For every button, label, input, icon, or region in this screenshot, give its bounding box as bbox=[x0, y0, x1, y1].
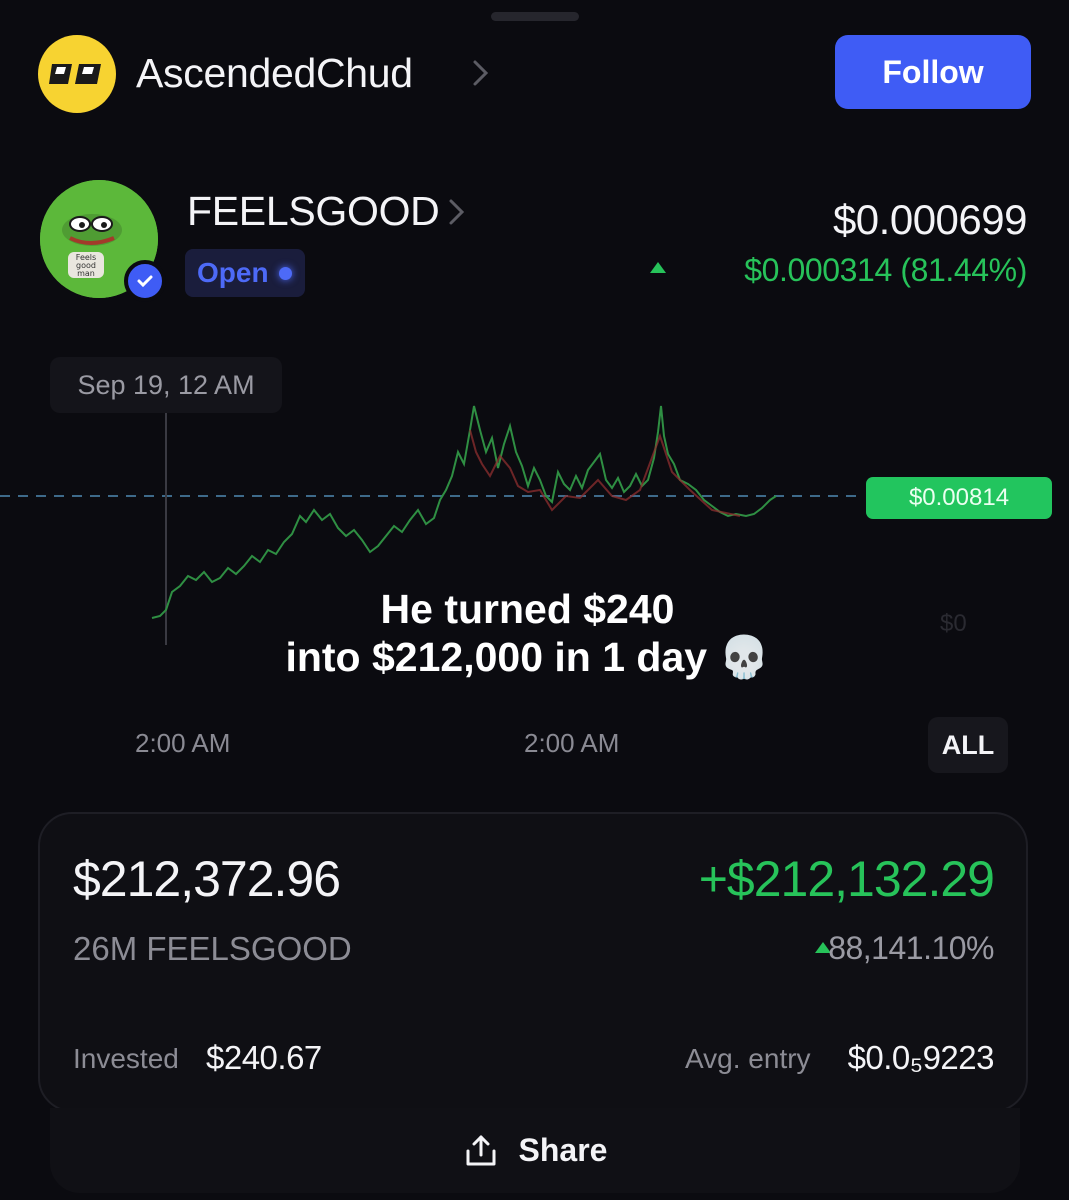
avg-entry-label: Avg. entry bbox=[685, 1043, 811, 1074]
drag-handle[interactable] bbox=[491, 12, 579, 21]
avg-entry-value: $0.0₅9223 bbox=[847, 1039, 995, 1076]
verified-badge bbox=[124, 260, 166, 302]
position-profit: +$212,132.29 bbox=[698, 851, 995, 907]
position-amount: 26M FEELSGOOD bbox=[73, 930, 352, 967]
up-arrow-icon bbox=[650, 262, 666, 273]
invested-value: $240.67 bbox=[206, 1039, 322, 1076]
invested-label: Invested bbox=[73, 1043, 179, 1074]
token-price: $0.000699 bbox=[832, 196, 1028, 243]
status-text: Open bbox=[197, 257, 269, 288]
caption-line-2: into $212,000 in 1 day 💀 bbox=[285, 634, 770, 680]
chevron-right-icon[interactable] bbox=[446, 195, 468, 229]
share-button[interactable]: Share bbox=[50, 1108, 1020, 1193]
share-icon bbox=[466, 1135, 496, 1165]
follow-button[interactable]: Follow bbox=[835, 35, 1031, 109]
date-tooltip: Sep 19, 12 AM bbox=[50, 357, 282, 413]
chevron-right-icon[interactable] bbox=[470, 56, 492, 90]
time-label: 2:00 AM bbox=[135, 728, 231, 758]
status-dot bbox=[278, 266, 292, 280]
caption-overlay: He turned $240 into $212,000 in 1 day 💀 bbox=[200, 585, 855, 681]
position-percent: 88,141.10% bbox=[828, 930, 994, 966]
status-badge: Open bbox=[185, 249, 305, 297]
range-all-button[interactable]: ALL bbox=[928, 717, 1008, 773]
verified-icon bbox=[137, 275, 153, 288]
user-avatar[interactable] bbox=[38, 35, 116, 113]
time-label: 2:00 AM bbox=[524, 728, 620, 758]
price-change: $0.000314 (81.44%) bbox=[744, 252, 1027, 288]
username[interactable]: AscendedChud bbox=[136, 50, 413, 97]
caption-line-1: He turned $240 bbox=[380, 586, 675, 632]
position-value: $212,372.96 bbox=[73, 851, 341, 907]
current-price-tag: $0.00814 bbox=[866, 477, 1052, 519]
token-name[interactable]: FEELSGOOD bbox=[187, 188, 440, 235]
avatar-icon bbox=[49, 64, 101, 84]
axis-zero-label: $0 bbox=[940, 610, 967, 637]
share-label: Share bbox=[518, 1132, 608, 1168]
avatar-caption: Feels good man bbox=[75, 253, 97, 278]
